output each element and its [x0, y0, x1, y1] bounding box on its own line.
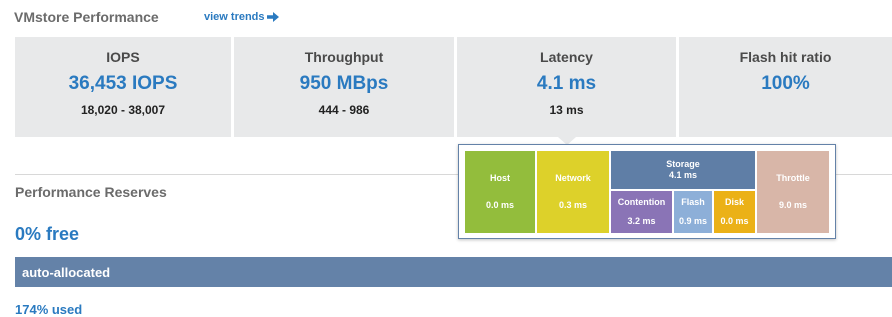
throttle-value: 9.0 ms — [778, 200, 808, 210]
iops-range: 18,020 - 38,007 — [80, 103, 166, 117]
contention-value: 3.2 ms — [627, 216, 656, 226]
contention-segment: Contention 3.2 ms — [611, 191, 672, 233]
iops-card: IOPS 36,453 IOPS 18,020 - 38,007 — [15, 37, 231, 137]
storage-label: Storage — [666, 158, 700, 169]
stats-row: IOPS 36,453 IOPS 18,020 - 38,007 Through… — [15, 37, 892, 137]
reserves-title: Performance Reserves — [15, 184, 167, 200]
allocation-label: auto-allocated — [22, 265, 111, 280]
allocation-bar: auto-allocated — [15, 257, 892, 287]
latency-range: 13 ms — [549, 103, 584, 117]
view-trends-link[interactable]: view trends — [204, 11, 279, 23]
view-trends-label: view trends — [204, 11, 265, 23]
throttle-label: Throttle — [776, 172, 810, 183]
latency-breakdown-popup: Host 0.0 ms Network 0.3 ms Storage 4.1 m… — [458, 144, 836, 239]
throughput-value: 950 MBps — [299, 73, 389, 94]
latency-value: 4.1 ms — [536, 73, 597, 94]
host-segment: Host 0.0 ms — [465, 151, 535, 233]
latency-label: Latency — [540, 49, 593, 65]
throughput-card: Throughput 950 MBps 444 - 986 — [234, 37, 454, 137]
disk-label: Disk — [724, 196, 744, 207]
flash-hit-ratio-value: 100% — [761, 73, 810, 94]
throttle-segment: Throttle 9.0 ms — [757, 151, 829, 233]
network-value: 0.3 ms — [558, 200, 588, 210]
flash-value: 0.9 ms — [678, 216, 708, 226]
reserves-used: 174% used — [15, 302, 83, 317]
host-value: 0.0 ms — [485, 200, 515, 210]
arrow-right-icon — [266, 12, 279, 22]
storage-value: 4.1 ms — [668, 170, 698, 180]
flash-hit-ratio-card: Flash hit ratio 100% — [679, 37, 892, 137]
disk-segment: Disk 0.0 ms — [714, 191, 755, 233]
reserves-free: 0% free — [15, 224, 80, 244]
host-label: Host — [490, 172, 510, 183]
flash-segment: Flash 0.9 ms — [674, 191, 712, 233]
network-label: Network — [555, 172, 591, 183]
contention-label: Contention — [617, 196, 666, 207]
iops-value: 36,453 IOPS — [68, 73, 178, 94]
storage-segment: Storage 4.1 ms — [611, 151, 755, 189]
flash-hit-ratio-label: Flash hit ratio — [739, 49, 832, 65]
throughput-label: Throughput — [304, 49, 384, 65]
page-title: VMstore Performance — [14, 9, 159, 25]
disk-value: 0.0 ms — [720, 216, 749, 226]
latency-card[interactable]: Latency 4.1 ms 13 ms — [457, 37, 676, 137]
flash-label: Flash — [681, 196, 705, 207]
iops-label: IOPS — [106, 49, 140, 65]
throughput-range: 444 - 986 — [318, 103, 370, 117]
network-segment: Network 0.3 ms — [537, 151, 609, 233]
